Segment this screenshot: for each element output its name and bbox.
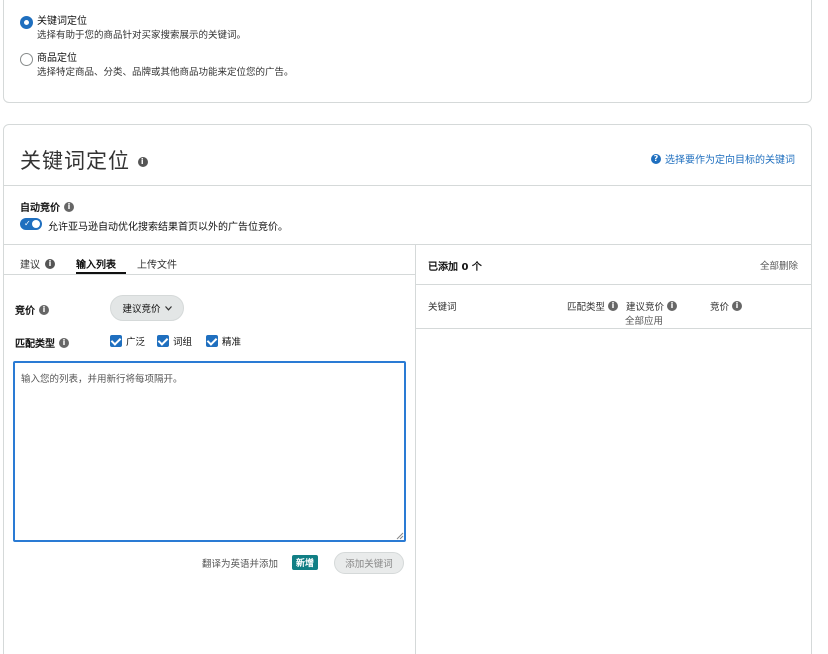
bid-label: 竞价 i <box>15 302 49 317</box>
column-header-bid: 竞价 i <box>710 299 743 313</box>
radio-product-targeting[interactable]: 商品定位 选择特定商品、分类、品牌或其他商品功能来定位您的广告。 <box>20 52 294 79</box>
radio-description: 选择特定商品、分类、品牌或其他商品功能来定位您的广告。 <box>37 67 294 78</box>
tab-suggested[interactable]: 建议 i <box>20 256 55 271</box>
checkbox-label: 精准 <box>222 337 242 348</box>
info-icon[interactable]: i <box>45 258 55 269</box>
check-icon: ✓ <box>24 219 31 228</box>
auto-bid-description: 允许亚马逊自动优化搜索结果首页以外的广告位竞价。 <box>48 222 288 233</box>
targeting-type-card: 关键词定位 选择有助于您的商品针对买家搜索展示的关键词。 商品定位 选择特定商品… <box>3 0 812 103</box>
checkbox-checked[interactable] <box>206 335 218 347</box>
checkbox-checked[interactable] <box>157 335 169 347</box>
help-icon: ? <box>651 153 661 164</box>
tab-label: 输入列表 <box>76 260 116 271</box>
info-icon[interactable]: i <box>137 157 148 167</box>
resize-handle-icon[interactable] <box>395 531 404 540</box>
bid-label-text: 竞价 <box>15 306 35 317</box>
info-icon[interactable]: i <box>608 301 619 311</box>
checkbox-phrase[interactable]: 词组 <box>157 334 192 348</box>
dropdown-label: 建议竞价 <box>122 304 161 315</box>
column-label: 建议竞价 <box>626 302 665 313</box>
column-label: 关键词 <box>428 302 457 313</box>
checkbox-label: 词组 <box>173 337 193 348</box>
header-link-text: 选择要作为定向目标的关键词 <box>665 155 795 166</box>
column-label: 竞价 <box>710 302 730 313</box>
added-count-title: 已添加 0 个 <box>428 262 482 273</box>
column-label: 匹配类型 <box>567 302 606 313</box>
info-icon[interactable]: i <box>732 301 743 311</box>
auto-bid-toggle[interactable]: ✓ <box>20 218 42 230</box>
section-title: 关键词定位 i <box>20 145 148 175</box>
radio-label: 商品定位 <box>37 53 77 64</box>
auto-bid-title: 自动竞价 i <box>20 199 74 214</box>
checkbox-label: 广泛 <box>126 337 146 348</box>
radio-button-selected[interactable] <box>20 16 33 29</box>
column-header-keyword: 关键词 <box>428 299 457 313</box>
divider <box>416 284 811 285</box>
info-icon[interactable]: i <box>39 304 49 315</box>
suggested-bid-dropdown[interactable]: 建议竞价 <box>110 295 184 321</box>
section-title-text: 关键词定位 <box>20 149 130 173</box>
match-type-label: 匹配类型 i <box>15 335 69 350</box>
radio-keyword-targeting[interactable]: 关键词定位 选择有助于您的商品针对买家搜索展示的关键词。 <box>20 15 246 42</box>
select-keywords-link[interactable]: ? 选择要作为定向目标的关键词 <box>651 151 795 166</box>
add-keywords-button[interactable]: 添加关键词 <box>334 552 404 574</box>
info-icon[interactable]: i <box>64 201 74 212</box>
keyword-targeting-card: 关键词定位 i ? 选择要作为定向目标的关键词 自动竞价 i ✓ 允许亚马逊自动… <box>3 124 812 654</box>
column-header-suggested-bid: 建议竞价 i <box>626 299 678 313</box>
column-header-match-type: 匹配类型 i <box>567 299 619 313</box>
divider <box>4 274 416 275</box>
info-icon[interactable]: i <box>59 337 69 348</box>
divider <box>416 328 811 329</box>
remove-all-link[interactable]: 全部删除 <box>760 258 798 272</box>
match-type-label-text: 匹配类型 <box>15 339 55 350</box>
radio-description: 选择有助于您的商品针对买家搜索展示的关键词。 <box>37 30 247 41</box>
tab-label: 上传文件 <box>137 260 177 271</box>
new-badge: 新增 <box>292 555 319 570</box>
chevron-down-icon <box>164 305 172 311</box>
radio-button[interactable] <box>20 53 33 66</box>
checkbox-checked[interactable] <box>110 335 122 347</box>
checkbox-exact[interactable]: 精准 <box>206 334 241 348</box>
tab-upload-file[interactable]: 上传文件 <box>137 256 177 271</box>
keyword-list-input[interactable] <box>13 361 406 542</box>
radio-label: 关键词定位 <box>37 16 87 27</box>
translate-add-link[interactable]: 翻译为英语并添加 <box>202 556 278 570</box>
apply-all-link[interactable]: 全部应用 <box>625 313 663 327</box>
divider <box>4 185 811 186</box>
tab-label: 建议 <box>20 260 40 271</box>
tab-enter-list[interactable]: 输入列表 <box>76 256 116 271</box>
auto-bid-title-text: 自动竞价 <box>20 203 60 214</box>
checkbox-broad[interactable]: 广泛 <box>110 334 145 348</box>
info-icon[interactable]: i <box>667 301 678 311</box>
